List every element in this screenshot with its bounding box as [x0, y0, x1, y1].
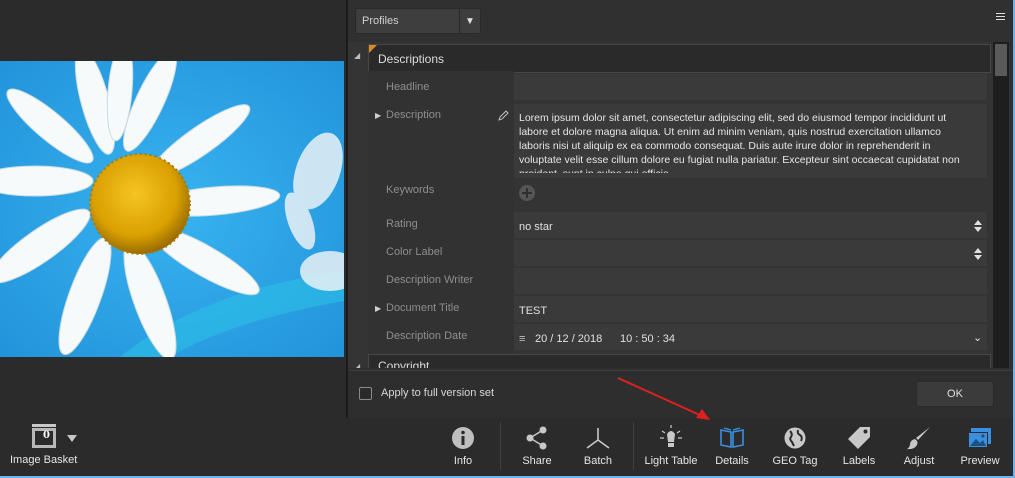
preview-image	[0, 61, 344, 357]
toolbar-adjust-label: Adjust	[903, 455, 935, 467]
scrollbar[interactable]	[993, 42, 1009, 368]
toolbar-batch-label: Batch	[583, 455, 613, 467]
calendar-icon[interactable]: ≡	[519, 333, 525, 345]
toolbar-info[interactable]: Info	[448, 418, 478, 478]
brush-icon	[907, 427, 930, 450]
globe-icon	[784, 427, 806, 449]
apply-checkbox[interactable]	[359, 387, 372, 400]
image-basket-label: Image Basket	[10, 454, 78, 466]
apply-row: Apply to full version set OK	[348, 370, 1015, 419]
pencil-icon[interactable]	[498, 109, 510, 121]
lightbulb-icon	[660, 425, 682, 447]
scroll-thumb[interactable]	[995, 44, 1007, 76]
metadata-panel: Profiles ▼ ◢ Descriptions Headline ▶ Des…	[348, 0, 1015, 419]
toolbar-separator	[633, 422, 634, 470]
description-writer-label: Description Writer	[386, 274, 474, 286]
toolbar-light-table-label: Light Table	[644, 455, 698, 467]
basket-count: 0	[43, 430, 50, 441]
profiles-dropdown[interactable]: Profiles ▼	[355, 8, 481, 34]
rating-select[interactable]	[514, 212, 987, 238]
image-basket-button[interactable]: 0 Image Basket	[8, 418, 88, 478]
preview-icon	[968, 428, 991, 448]
share-icon	[526, 426, 547, 450]
profiles-label: Profiles	[362, 15, 399, 27]
toolbar-preview-label: Preview	[960, 455, 1000, 467]
toolbar-details[interactable]: Details	[714, 418, 750, 478]
toolbar-batch[interactable]: Batch	[581, 418, 615, 478]
toolbar-labels-label: Labels	[842, 455, 876, 467]
toolbar-preview[interactable]: Preview	[958, 418, 1002, 478]
collapse-copyright-icon[interactable]: ◢	[354, 362, 360, 368]
description-time-value: 10 : 50 : 34	[620, 333, 676, 345]
section-header-copyright[interactable]: Copyright	[368, 354, 991, 368]
caret-down-icon[interactable]	[67, 435, 77, 442]
section-marker-icon	[369, 45, 377, 53]
color-label-label: Color Label	[386, 246, 443, 258]
description-date-value: 20 / 12 / 2018	[535, 333, 603, 345]
chevron-down-icon: ▼	[459, 9, 480, 33]
rating-updown-icon[interactable]	[974, 220, 982, 232]
document-title-value: TEST	[519, 305, 548, 317]
section-title-copyright: Copyright	[378, 359, 430, 368]
toolbar-labels[interactable]: Labels	[840, 418, 878, 478]
color-label-updown-icon[interactable]	[974, 248, 982, 260]
bottom-toolbar: 0 Image Basket Info Share Batch Light Ta…	[0, 418, 1015, 478]
chevron-down-icon[interactable]: ⌄	[973, 331, 982, 344]
batch-icon	[586, 428, 610, 449]
toolbar-details-label: Details	[715, 455, 749, 467]
ok-button[interactable]: OK	[916, 381, 994, 407]
toolbar-adjust[interactable]: Adjust	[900, 418, 938, 478]
document-title-expand-icon[interactable]: ▶	[375, 304, 381, 313]
description-date-label: Description Date	[386, 330, 468, 342]
toolbar-separator	[500, 422, 501, 470]
section-header-descriptions[interactable]: Descriptions	[368, 44, 991, 73]
description-label: Description	[386, 109, 442, 121]
toolbar-light-table[interactable]: Light Table	[642, 418, 700, 478]
color-label-select[interactable]	[514, 240, 987, 266]
toolbar-geo-tag-label: GEO Tag	[772, 455, 818, 467]
section-title-descriptions: Descriptions	[378, 52, 445, 66]
toolbar-share[interactable]: Share	[519, 418, 555, 478]
toolbar-info-label: Info	[453, 455, 473, 467]
document-title-label: Document Title	[386, 302, 460, 314]
rating-value: no star	[519, 221, 553, 233]
description-field[interactable]: Lorem ipsum dolor sit amet, consectetur …	[519, 111, 964, 173]
book-icon	[720, 427, 744, 448]
tag-icon	[848, 427, 870, 449]
collapse-descriptions-icon[interactable]: ◢	[354, 51, 360, 60]
add-keyword-icon[interactable]	[518, 184, 536, 202]
info-icon	[452, 427, 474, 449]
image-preview-panel	[0, 0, 346, 418]
menu-icon[interactable]	[996, 13, 1005, 22]
description-expand-icon[interactable]: ▶	[375, 111, 381, 120]
description-writer-field[interactable]	[514, 268, 987, 294]
apply-label[interactable]: Apply to full version set	[381, 387, 494, 399]
metadata-list: ◢ Descriptions Headline ▶ Description Lo…	[348, 42, 993, 368]
headline-label: Headline	[386, 81, 430, 93]
toolbar-share-label: Share	[522, 455, 552, 467]
toolbar-geo-tag[interactable]: GEO Tag	[771, 418, 819, 478]
rating-label: Rating	[386, 218, 418, 230]
headline-field[interactable]	[514, 74, 987, 100]
document-title-field[interactable]	[514, 296, 987, 322]
keywords-label: Keywords	[386, 184, 435, 196]
